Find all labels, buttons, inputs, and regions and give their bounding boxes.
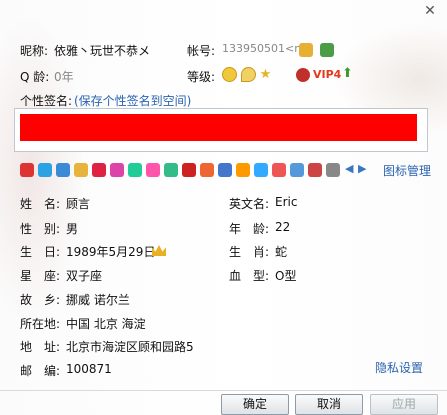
level-label: 等级:: [187, 70, 216, 84]
icon-manage-link[interactable]: 图标管理: [383, 162, 431, 179]
service-icon[interactable]: [218, 163, 232, 177]
service-icon[interactable]: [326, 163, 340, 177]
service-icon[interactable]: [236, 163, 250, 177]
service-icon[interactable]: [290, 163, 304, 177]
name-label: 姓 名:: [20, 197, 61, 211]
profile-window: ✕ 昵称: 依雅丶玩世不恭メ 帐号: 133950501<n Q 龄: 0年 等…: [0, 0, 447, 415]
name-value: 顾言: [66, 197, 91, 211]
service-icon[interactable]: [308, 163, 322, 177]
sun-icon: [222, 67, 237, 82]
service-icon[interactable]: [56, 163, 70, 177]
service-icon[interactable]: [110, 163, 124, 177]
address-value: 北京市海淀区顾和园路5: [66, 340, 194, 354]
nickname-label: 昵称:: [20, 44, 49, 58]
account-value: 133950501<n: [222, 42, 302, 55]
save-signature-link[interactable]: (保存个性签名到空间): [74, 92, 191, 109]
nickname-value: 依雅丶玩世不恭メ: [54, 44, 151, 58]
english-label: 英文名:: [229, 197, 270, 211]
qq-penguin-icon: [296, 68, 310, 82]
star-icon: ★: [259, 67, 272, 82]
ok-button[interactable]: 确定: [221, 394, 289, 415]
account-label: 帐号:: [187, 44, 216, 58]
birthday-label: 生 日:: [20, 245, 61, 259]
service-icon[interactable]: [20, 163, 34, 177]
cancel-button[interactable]: 取消: [295, 394, 363, 415]
birthday-value: 1989年5月29日: [66, 245, 156, 259]
hometown-label: 故 乡:: [20, 293, 61, 307]
vip-up-icon: ⬆: [342, 66, 353, 81]
qzone-icon[interactable]: [299, 43, 313, 57]
moon-icon: [240, 67, 256, 82]
service-icon[interactable]: [74, 163, 88, 177]
age-label: 年 龄:: [229, 222, 270, 236]
service-icon[interactable]: [272, 163, 286, 177]
star-sign-label: 星 座:: [20, 269, 61, 283]
location-label: 所在地:: [20, 317, 61, 331]
qage-value: 0年: [54, 70, 74, 84]
level-icons: ★: [222, 67, 271, 82]
email-icon[interactable]: [320, 43, 334, 57]
gender-value: 男: [66, 222, 79, 236]
zip-value: 100871: [66, 362, 112, 376]
crown-icon: [152, 243, 166, 257]
english-value: Eric: [275, 195, 298, 209]
service-icon[interactable]: [254, 163, 268, 177]
location-value: 中国 北京 海淀: [66, 317, 146, 331]
qage-label: Q 龄:: [20, 70, 50, 84]
zodiac-value: 蛇: [275, 245, 288, 259]
service-icon[interactable]: [146, 163, 160, 177]
service-icon[interactable]: [200, 163, 214, 177]
hometown-value: 挪威 诺尔兰: [66, 293, 130, 307]
zip-label: 邮 编:: [20, 364, 61, 378]
age-value: 22: [275, 220, 291, 234]
scroll-left-icon[interactable]: ◀: [345, 162, 353, 175]
blood-value: O型: [275, 269, 297, 283]
signature-redacted: [20, 114, 417, 141]
service-icon[interactable]: [92, 163, 106, 177]
service-icon[interactable]: [128, 163, 142, 177]
profile-content: 昵称: 依雅丶玩世不恭メ 帐号: 133950501<n Q 龄: 0年 等级:…: [0, 0, 447, 415]
service-icon[interactable]: [164, 163, 178, 177]
address-label: 地 址:: [20, 340, 61, 354]
footer-divider: [0, 390, 447, 391]
vip-label: VIP4: [313, 68, 342, 81]
service-icon[interactable]: [38, 163, 52, 177]
privacy-settings-link[interactable]: 隐私设置: [375, 359, 423, 376]
service-icon[interactable]: [182, 163, 196, 177]
zodiac-label: 生 肖:: [229, 245, 270, 259]
apply-button[interactable]: 应用: [370, 394, 438, 415]
signature-label: 个性签名:: [20, 94, 73, 108]
icon-strip: [20, 161, 340, 179]
blood-label: 血 型:: [229, 269, 270, 283]
star-sign-value: 双子座: [66, 269, 103, 283]
scroll-right-icon[interactable]: ▶: [358, 162, 366, 175]
gender-label: 性 别:: [20, 222, 61, 236]
